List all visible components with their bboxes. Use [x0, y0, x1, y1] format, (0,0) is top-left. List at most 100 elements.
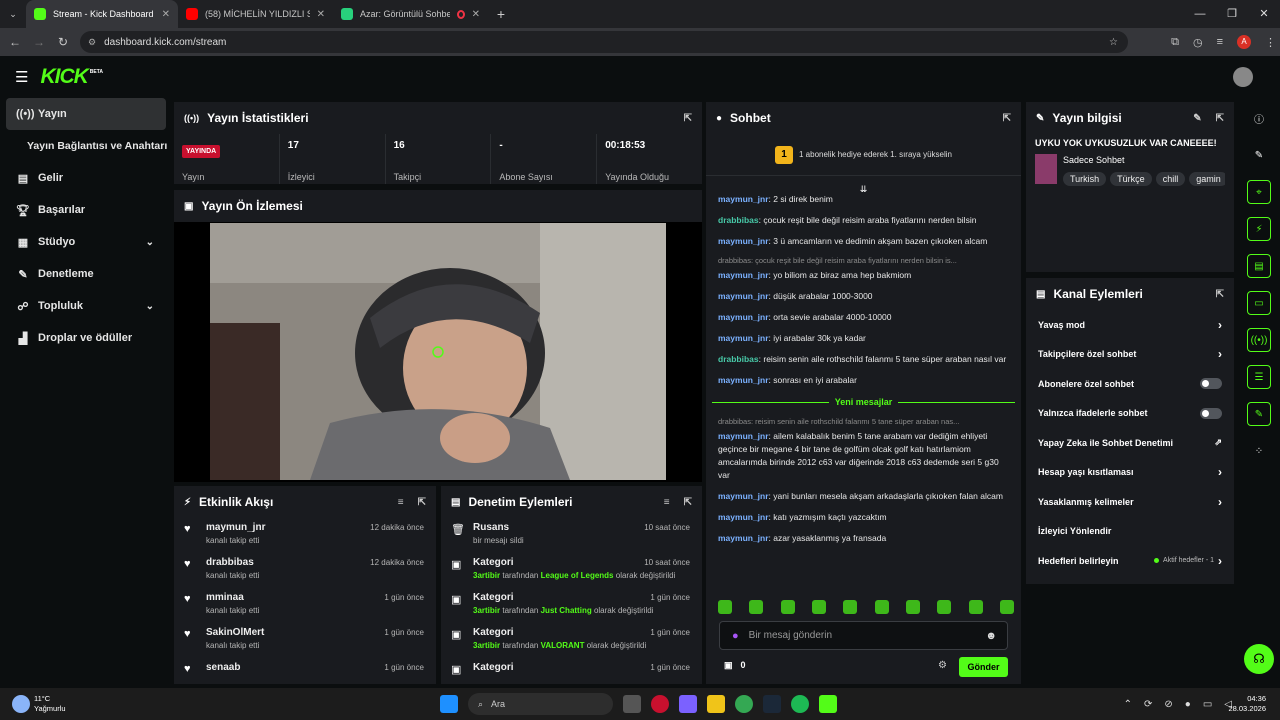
user-avatar[interactable]: [1233, 67, 1253, 87]
channel-action-row[interactable]: Hesap yaşı kısıtlaması ›: [1026, 458, 1234, 488]
emote-icon[interactable]: [937, 600, 952, 614]
chat-username[interactable]: drabbibas: [718, 354, 759, 364]
capture-icon[interactable]: ⌖: [1247, 180, 1271, 204]
mod-action-item[interactable]: ▣ Kategori 3artibir tarafından League of L…: [451, 553, 692, 588]
mod-action-item[interactable]: ▣ Kategori 3artibir tarafından VALORANT ol…: [451, 623, 692, 658]
channel-action-row[interactable]: Yavaş mod ›: [1026, 310, 1234, 340]
popout-icon[interactable]: ⇱: [1216, 289, 1224, 300]
steam-icon[interactable]: [763, 695, 781, 713]
filter-icon[interactable]: ≡: [664, 497, 670, 508]
activity-item[interactable]: ♥ SakinOlMert kanalı takip etti 1 gün önce: [184, 623, 426, 658]
bolt-icon[interactable]: ⚡︎: [1247, 217, 1271, 241]
file-explorer-icon[interactable]: [707, 695, 725, 713]
emote-icon[interactable]: [999, 600, 1014, 614]
emote-icon[interactable]: [718, 600, 732, 614]
chat-message[interactable]: drabbibas: çocuk reşit bile değil reisim…: [706, 210, 1021, 231]
tab-azar[interactable]: Azar: Görüntülü Sohbet & V ✕: [333, 0, 488, 28]
bookmark-star-icon[interactable]: ☆: [1109, 37, 1118, 48]
activity-item[interactable]: ♥ maymun_jnr kanalı takip etti 12 dakika ön…: [184, 518, 426, 553]
emote-icon[interactable]: [905, 600, 920, 614]
tab-search-button[interactable]: ⌄: [0, 0, 26, 28]
chat-icon[interactable]: ▭: [1247, 291, 1271, 315]
send-button[interactable]: Gönder: [959, 657, 1008, 677]
sidebar-item-stream-key[interactable]: Yayın Bağlantısı ve Anahtarı: [0, 130, 172, 162]
kick-app-icon[interactable]: [819, 695, 837, 713]
support-headset-icon[interactable]: ☊: [1244, 644, 1274, 674]
reading-list-icon[interactable]: ≡: [1217, 36, 1223, 48]
emote-icon[interactable]: [843, 600, 858, 614]
chat-message[interactable]: maymun_jnr: sonrası en iyi arabalar: [706, 370, 1021, 391]
emote-icon[interactable]: [968, 600, 983, 614]
mod-action-item[interactable]: 🗑︎ Rusans bir mesajı sildi 10 saat önce: [451, 518, 692, 553]
minimize-icon[interactable]: —: [1184, 0, 1216, 28]
close-window-icon[interactable]: ✕: [1248, 0, 1280, 28]
chat-username[interactable]: maymun_jnr: [718, 333, 769, 343]
address-bar[interactable]: ⚙ dashboard.kick.com/stream ☆: [80, 31, 1128, 53]
chat-username[interactable]: maymun_jnr: [718, 491, 769, 501]
layout-icon[interactable]: ☰: [1247, 365, 1271, 389]
sidebar-item-studyo[interactable]: ▦ Stüdyo ⌄: [0, 226, 172, 258]
hamburger-menu-icon[interactable]: ☰: [15, 68, 28, 86]
task-view-icon[interactable]: [623, 695, 641, 713]
taskbar-search[interactable]: ⌕ Ara: [468, 693, 613, 715]
chat-message[interactable]: maymun_jnr: katı yazmışım kaçtı yazcaktı…: [706, 507, 1021, 528]
sidebar-item-yayin[interactable]: ((•)) Yayın: [6, 98, 166, 130]
popout-icon[interactable]: ⇱: [1216, 113, 1224, 124]
mod-action-item[interactable]: ▣ Kategori 3artibir tarafından Just Chatti…: [451, 588, 692, 623]
windows-start-icon[interactable]: [440, 695, 458, 713]
popout-icon[interactable]: ⇱: [418, 497, 426, 508]
popout-icon[interactable]: ⇱: [1003, 113, 1011, 124]
history-icon[interactable]: ◷: [1193, 36, 1203, 49]
wrench-icon[interactable]: ✎: [1247, 402, 1271, 426]
site-settings-icon[interactable]: ⚙: [88, 37, 96, 48]
popout-icon[interactable]: ⇱: [684, 497, 692, 508]
toggle-switch[interactable]: [1200, 378, 1222, 390]
chat-username[interactable]: drabbibas: [718, 215, 759, 225]
chat-message[interactable]: maymun_jnr: orta sevie arabalar 4000-100…: [706, 307, 1021, 328]
close-icon[interactable]: ✕: [162, 9, 170, 20]
toggle-switch[interactable]: [1200, 407, 1222, 419]
edit-icon[interactable]: ✎: [1193, 113, 1201, 124]
new-tab-button[interactable]: +: [488, 0, 514, 28]
emote-icon[interactable]: [874, 600, 889, 614]
channel-action-row[interactable]: İzleyici Yönlendir: [1026, 517, 1234, 547]
stream-preview-video[interactable]: [210, 223, 666, 480]
emoji-icon[interactable]: ☻: [985, 630, 997, 642]
channel-action-row[interactable]: Hedefleri belirleyin Aktif hedefler - 1 ›: [1026, 546, 1234, 576]
chat-username[interactable]: maymun_jnr: [718, 194, 769, 204]
menu-kebab-icon[interactable]: ⋮: [1265, 36, 1276, 49]
emote-icon[interactable]: [811, 600, 826, 614]
sidebar-item-droplar[interactable]: ▟ Droplar ve ödüller: [0, 322, 172, 354]
spotify-icon[interactable]: [791, 695, 809, 713]
reload-icon[interactable]: ↻: [51, 35, 75, 49]
chat-username[interactable]: maymun_jnr: [718, 236, 769, 246]
sidebar-item-basarilar[interactable]: 🏆︎ Başarılar: [0, 194, 172, 226]
channel-action-row[interactable]: Takipçilere özel sohbet ›: [1026, 340, 1234, 370]
activity-item[interactable]: ♥ drabbibas kanalı takip etti 12 dakika önc…: [184, 553, 426, 588]
popout-icon[interactable]: ⇱: [684, 113, 692, 124]
chat-username[interactable]: maymun_jnr: [718, 291, 769, 301]
chat-username[interactable]: maymun_jnr: [718, 312, 769, 322]
chat-message[interactable]: maymun_jnr: düşük arabalar 1000-3000: [706, 286, 1021, 307]
chat-username[interactable]: maymun_jnr: [718, 533, 769, 543]
activity-item[interactable]: ♥ mminaa kanalı takip etti 1 gün önce: [184, 588, 426, 623]
opera-icon[interactable]: [651, 695, 669, 713]
broadcast-icon[interactable]: ((•)): [1247, 328, 1271, 352]
sidebar-item-denetleme[interactable]: ✎ Denetleme: [0, 258, 172, 290]
emote-icon[interactable]: [749, 600, 764, 614]
sidebar-item-gelir[interactable]: ▤ Gelir: [0, 162, 172, 194]
tab-kick-dashboard[interactable]: Stream - Kick Dashboard ✕: [26, 0, 178, 28]
close-icon[interactable]: ✕: [472, 9, 480, 20]
extensions-icon[interactable]: ⧉: [1171, 36, 1179, 49]
more-icon[interactable]: ⁘: [1247, 439, 1271, 463]
chevron-up-icon[interactable]: ⌃: [1124, 699, 1132, 710]
back-icon[interactable]: ←: [3, 35, 27, 49]
channel-action-row[interactable]: Abonelere özel sohbet: [1026, 369, 1234, 399]
chat-message[interactable]: drabbibas: çocuk reşit bile değil reisim…: [706, 252, 1021, 286]
sub-gift-goal[interactable]: 1 1 abonelik hediye ederek 1. sıraya yük…: [706, 134, 1021, 176]
chat-settings-icon[interactable]: ⚙: [938, 660, 947, 671]
chat-message[interactable]: maymun_jnr: azar yasaklanmış ya fransada: [706, 528, 1021, 549]
clock[interactable]: 04:36 28.03.2026: [1228, 694, 1266, 714]
edit-icon[interactable]: ✎: [1247, 143, 1271, 167]
info-icon[interactable]: ⓘ: [1247, 106, 1271, 130]
